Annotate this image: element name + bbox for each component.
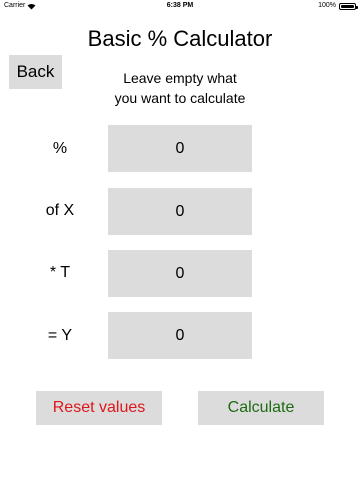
of-x-label: of X bbox=[45, 202, 75, 219]
status-time: 6:38 PM bbox=[166, 2, 194, 9]
instructions-line-2: you want to calculate bbox=[114, 90, 246, 106]
equals-y-input[interactable] bbox=[108, 312, 252, 359]
status-right: 100% bbox=[318, 0, 358, 12]
status-bar: Carrier 6:38 PM 100% bbox=[0, 0, 360, 12]
times-t-input[interactable] bbox=[108, 250, 252, 297]
page-title: Basic % Calculator bbox=[87, 26, 273, 51]
reset-values-button[interactable]: Reset values bbox=[36, 391, 162, 425]
instructions-line-1: Leave empty what bbox=[123, 70, 237, 86]
calculate-button[interactable]: Calculate bbox=[198, 391, 324, 425]
of-x-input[interactable] bbox=[108, 188, 252, 235]
battery-percent: 100% bbox=[318, 2, 336, 9]
percent-label: % bbox=[52, 140, 68, 157]
battery-icon bbox=[339, 2, 358, 10]
percent-input[interactable] bbox=[108, 125, 252, 172]
back-button[interactable]: Back bbox=[9, 55, 62, 89]
equals-y-label: = Y bbox=[47, 327, 73, 344]
instructions-text: Leave empty what you want to calculate bbox=[100, 68, 260, 108]
times-t-label: * T bbox=[49, 264, 71, 281]
